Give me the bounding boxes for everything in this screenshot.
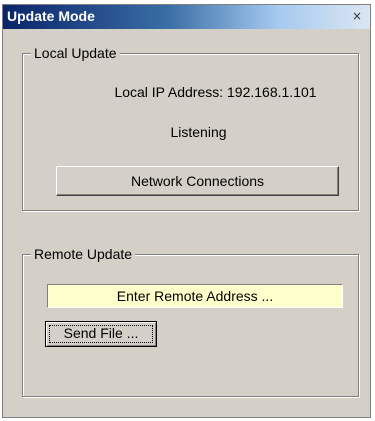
window-title: Update Mode (7, 8, 95, 24)
send-file-label: Send File ... (63, 325, 139, 341)
title-bar[interactable]: Update Mode × (3, 5, 370, 29)
local-update-group: Local Update Local IP Address: 192.168.1… (22, 45, 359, 211)
local-ip-address-label: Local IP Address: 192.168.1.101 (114, 84, 317, 100)
network-connections-button[interactable]: Network Connections (56, 166, 339, 196)
remote-address-input[interactable]: Enter Remote Address ... (47, 284, 343, 308)
update-mode-dialog: Update Mode × Local Update Local IP Addr… (2, 4, 371, 418)
listening-status: Listening (170, 124, 227, 140)
close-icon[interactable]: × (350, 10, 364, 23)
send-file-button[interactable]: Send File ... (45, 321, 157, 347)
remote-update-legend: Remote Update (31, 246, 136, 262)
remote-update-group: Remote Update Enter Remote Address ... S… (22, 246, 359, 397)
local-update-legend: Local Update (31, 45, 120, 61)
